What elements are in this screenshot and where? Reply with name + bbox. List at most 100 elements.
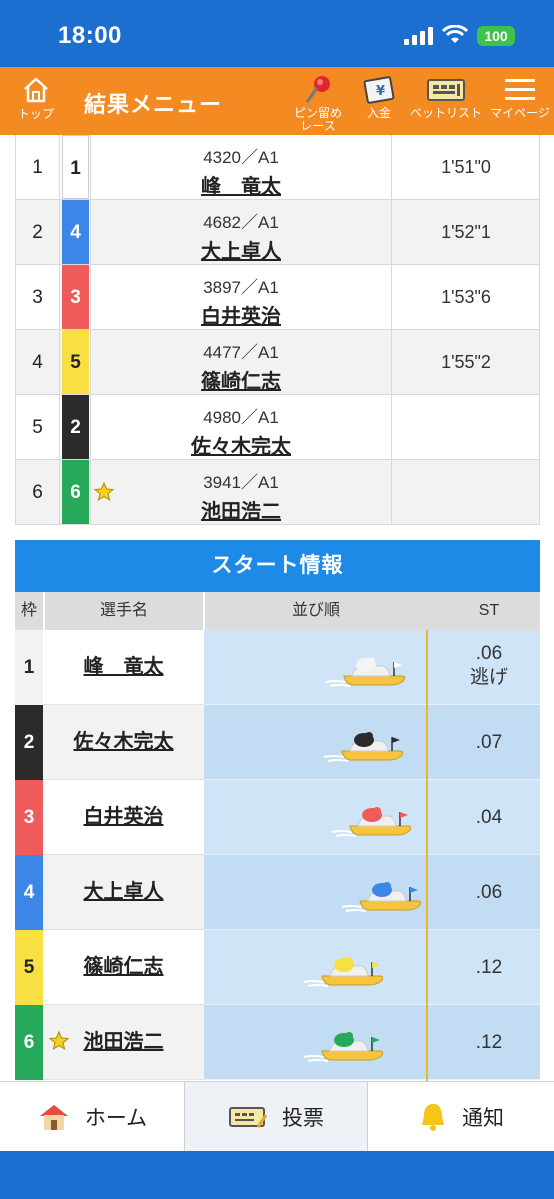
start-row: 6 池田浩二 .12 — [15, 1005, 540, 1080]
result-regno: 4320／A1 — [203, 148, 279, 167]
favorite-star[interactable] — [48, 1030, 70, 1056]
wifi-icon — [442, 25, 468, 43]
result-racer: 3897／A1 白井英治 — [90, 265, 392, 329]
deposit-button[interactable]: ¥ 入金 — [357, 73, 401, 120]
result-racer-link[interactable]: 白井英治 — [91, 300, 391, 329]
start-racer-link[interactable]: 篠崎仁志 — [43, 930, 204, 1005]
result-lane-badge: 6 — [62, 460, 89, 524]
favorite-star[interactable] — [93, 481, 115, 507]
result-regno: 3897／A1 — [203, 278, 279, 297]
result-racer: 4320／A1 峰 竜太 — [90, 135, 392, 199]
boat-icon — [325, 657, 406, 687]
result-row: 6 6 3941／A1 池田浩二 — [15, 460, 540, 525]
top-button[interactable]: トップ — [14, 75, 58, 122]
top-label: トップ — [17, 107, 54, 121]
tab-notify[interactable]: 通知 — [368, 1082, 554, 1152]
result-racer-link[interactable]: 大上卓人 — [91, 235, 391, 264]
result-lane-badge: 4 — [62, 200, 89, 264]
start-racer-link[interactable]: 峰 竜太 — [43, 630, 204, 705]
boat-icon — [323, 732, 404, 762]
start-row: 5 篠崎仁志 .12 — [15, 930, 540, 1005]
start-row: 2 佐々木完太 .07 — [15, 705, 540, 780]
start-lane-badge: 3 — [15, 780, 43, 855]
result-lane-badge: 5 — [62, 330, 89, 394]
result-lane-badge: 1 — [62, 135, 89, 199]
start-st-value: .06 — [475, 882, 503, 903]
result-racer: 4980／A1 佐々木完太 — [90, 395, 392, 459]
result-regno: 4682／A1 — [203, 213, 279, 232]
start-lane-badge: 6 — [15, 1005, 43, 1080]
bell-icon — [422, 1104, 444, 1131]
start-info-header: 枠 選手名 並び順 ST — [15, 592, 540, 630]
betlist-label: ベットリスト — [410, 106, 483, 120]
result-rank: 5 — [16, 395, 60, 459]
tab-bar: ホーム 投票 通知 — [0, 1081, 554, 1152]
betlist-button[interactable]: ベットリスト — [410, 73, 482, 120]
result-row: 5 2 4980／A1 佐々木完太 — [15, 395, 540, 460]
menu-icon — [505, 79, 535, 100]
result-racer: 3941／A1 池田浩二 — [90, 460, 392, 524]
boat-icon — [331, 807, 412, 837]
result-racer-link[interactable]: 篠崎仁志 — [91, 365, 391, 394]
start-st: .04 — [427, 780, 551, 855]
result-row: 4 5 4477／A1 篠崎仁志 1'55"2 — [15, 330, 540, 395]
start-racer-link[interactable]: 白井英治 — [43, 780, 204, 855]
deposit-icon: ¥ — [363, 76, 395, 104]
start-boat — [324, 652, 414, 693]
start-st-value: .07 — [475, 732, 503, 753]
header-st: ST — [478, 602, 500, 619]
start-row: 4 大上卓人 .06 — [15, 855, 540, 930]
start-row: 3 白井英治 .04 — [15, 780, 540, 855]
result-row: 2 4 4682／A1 大上卓人 1'52"1 — [15, 200, 540, 265]
signal-icon — [404, 27, 433, 45]
start-boat — [322, 727, 412, 768]
result-rank: 3 — [16, 265, 60, 329]
result-racer-link[interactable]: 池田浩二 — [91, 495, 391, 524]
start-st-value: .04 — [475, 807, 503, 828]
deposit-label: 入金 — [366, 106, 391, 120]
result-time — [392, 460, 540, 524]
result-racer-link[interactable]: 佐々木完太 — [91, 430, 391, 459]
start-racer-link[interactable]: 大上卓人 — [43, 855, 204, 930]
result-time: 1'53"6 — [441, 287, 491, 307]
home-icon — [24, 77, 48, 103]
result-racer: 4477／A1 篠崎仁志 — [90, 330, 392, 394]
mypage-label: マイページ — [490, 106, 550, 120]
start-boat — [330, 802, 420, 843]
result-regno: 3941／A1 — [203, 473, 279, 492]
result-lane-badge: 2 — [62, 395, 89, 459]
start-st: .06 逃げ — [427, 630, 551, 705]
start-row: 1峰 竜太 .06 逃げ — [15, 630, 540, 705]
start-st-value: .12 — [475, 957, 503, 978]
app-header: トップ 結果メニュー ピン留め レース ¥ 入金 ベットリスト マイページ — [0, 67, 554, 135]
boat-icon — [303, 1032, 384, 1062]
start-lane-badge: 2 — [15, 705, 43, 780]
pin-race-button[interactable]: ピン留め レース — [288, 73, 348, 133]
result-time: 1'51"0 — [441, 157, 491, 177]
start-st: .06 — [427, 855, 551, 930]
house-icon — [39, 1105, 68, 1130]
start-boat — [340, 877, 430, 918]
status-bar: 18:00 100 — [0, 0, 554, 67]
tab-home[interactable]: ホーム — [0, 1082, 185, 1152]
boat-icon — [341, 882, 422, 912]
result-time: 1'52"1 — [441, 222, 491, 242]
result-rank: 1 — [16, 135, 60, 199]
tab-notify-label: 通知 — [462, 1107, 504, 1130]
tab-vote[interactable]: 投票 — [185, 1082, 368, 1152]
start-line — [426, 630, 428, 1081]
start-boat — [302, 952, 392, 993]
battery-indicator: 100 — [477, 26, 515, 46]
tab-home-label: ホーム — [84, 1107, 148, 1130]
tab-vote-label: 投票 — [282, 1107, 324, 1130]
ticket-icon — [229, 1107, 268, 1128]
result-time: 1'55"2 — [441, 352, 491, 372]
result-regno: 4980／A1 — [203, 408, 279, 427]
pin-icon — [305, 76, 330, 103]
result-racer-link[interactable]: 峰 竜太 — [91, 170, 391, 199]
mypage-button[interactable]: マイページ — [488, 73, 552, 120]
pin-label-2: レース — [300, 119, 336, 133]
result-row: 1 1 4320／A1 峰 竜太 1'51"0 — [15, 135, 540, 200]
page-title: 結果メニュー — [84, 92, 223, 117]
start-racer-link[interactable]: 佐々木完太 — [43, 705, 204, 780]
